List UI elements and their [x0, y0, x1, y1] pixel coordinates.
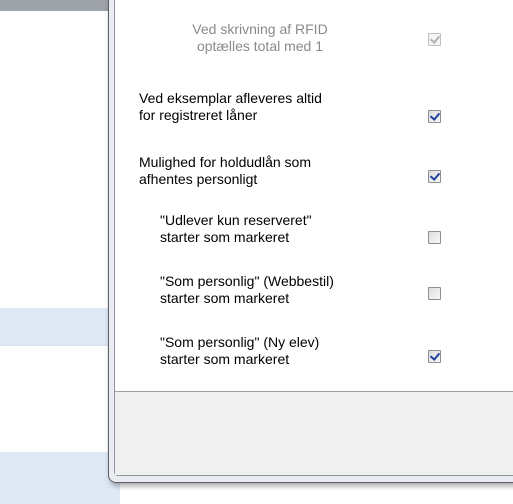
option-label-line: for registreret låner	[139, 107, 258, 123]
option-reserved-only-checkbox[interactable]	[428, 231, 441, 244]
option-label-line: afhentes personligt	[139, 171, 258, 187]
option-rfid-label: Ved skrivning af RFID optælles total med…	[185, 21, 335, 55]
option-group-loan-checkbox[interactable]	[428, 170, 441, 183]
option-webbestil-label: "Som personlig" (Webbestil) starter som …	[160, 273, 334, 307]
option-label-line: optælles total med 1	[196, 38, 324, 54]
option-label-line: "Udlever kun reserveret"	[160, 212, 312, 228]
option-webbestil-checkbox[interactable]	[428, 287, 441, 300]
dialog-footer	[115, 392, 513, 475]
dialog-client-area: Ved skrivning af RFID optælles total med…	[114, 0, 513, 476]
option-rfid-checkbox[interactable]	[428, 33, 441, 46]
option-label-line: starter som markeret	[160, 229, 290, 245]
option-reserved-only-label: "Udlever kun reserveret" starter som mar…	[160, 212, 312, 246]
background-list-row-selected[interactable]	[0, 452, 120, 504]
option-new-student-checkbox[interactable]	[428, 350, 441, 363]
background-divider	[0, 345, 120, 346]
settings-dialog: Ved skrivning af RFID optælles total med…	[108, 0, 513, 483]
option-label-line: Ved skrivning af RFID	[192, 21, 328, 37]
option-label-line: Mulighed for holdudlån som	[139, 154, 311, 170]
options-panel: Ved skrivning af RFID optælles total med…	[115, 0, 513, 391]
option-label-line: starter som markeret	[160, 290, 290, 306]
background-list-row-selected[interactable]	[0, 308, 120, 345]
option-return-registered-checkbox[interactable]	[428, 110, 441, 123]
option-label-line: starter som markeret	[160, 351, 290, 367]
option-return-registered-label: Ved eksemplar afleveres altid for regist…	[139, 90, 322, 124]
option-new-student-label: "Som personlig" (Ny elev) starter som ma…	[160, 334, 319, 368]
background-window-titlebar	[0, 0, 120, 11]
option-label-line: Ved eksemplar afleveres altid	[139, 90, 322, 106]
option-group-loan-label: Mulighed for holdudlån som afhentes pers…	[139, 154, 311, 188]
option-label-line: "Som personlig" (Webbestil)	[160, 273, 334, 289]
option-label-line: "Som personlig" (Ny elev)	[160, 334, 320, 350]
